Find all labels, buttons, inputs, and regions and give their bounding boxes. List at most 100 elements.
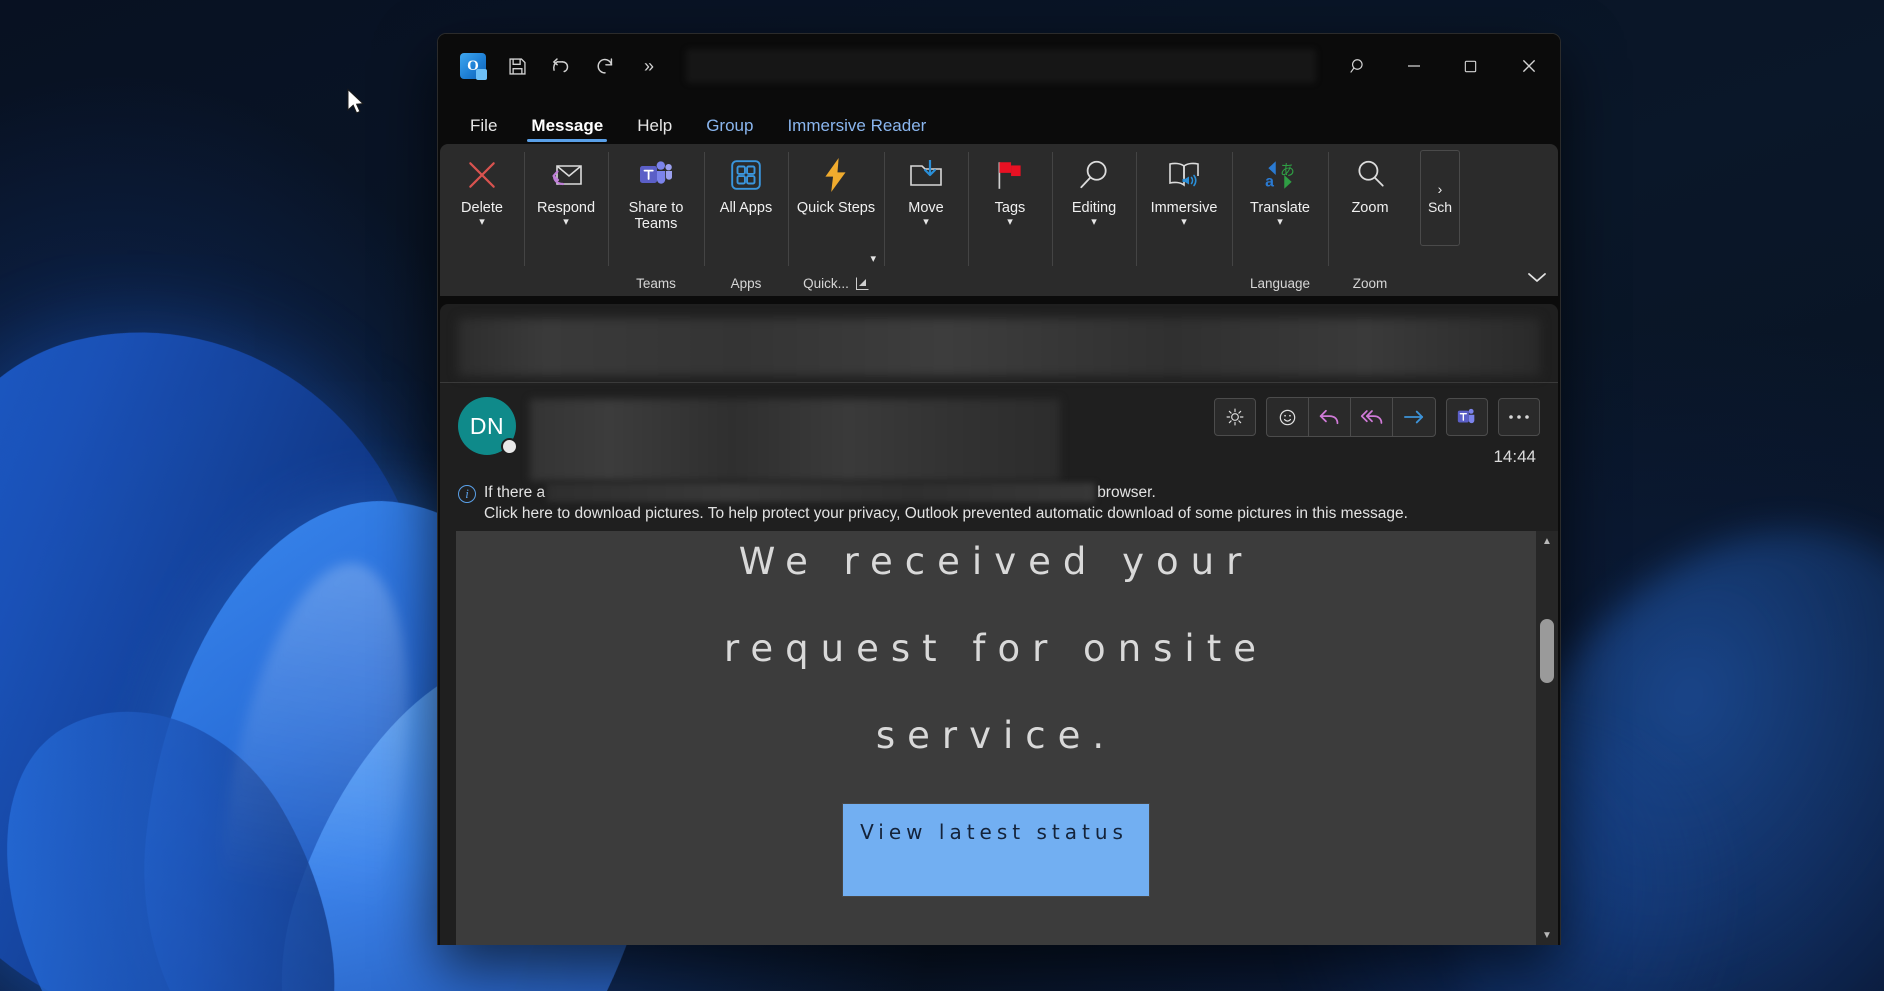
undo-icon[interactable] — [542, 47, 580, 85]
ribbon-group-name: Quick... — [788, 270, 884, 296]
ribbon-collapse-button[interactable] — [1516, 144, 1558, 296]
teams-icon — [635, 154, 677, 196]
ribbon-group-name: Apps — [730, 275, 762, 291]
email-heading: We received your request for onsite serv… — [456, 543, 1536, 754]
ribbon-label: Editing — [1071, 200, 1117, 216]
infobar-line-1-suffix: browser. — [1097, 483, 1156, 501]
ribbon-label: Zoom — [1351, 200, 1389, 216]
delete-x-icon — [461, 154, 503, 196]
ribbon-group-language: a あ Translate ▾ Language — [1232, 144, 1328, 296]
chevron-down-icon[interactable]: ▾ — [563, 217, 569, 228]
ribbon-button-move[interactable]: Move ▾ — [884, 144, 968, 270]
tab-file[interactable]: File — [456, 117, 511, 144]
redo-icon[interactable] — [586, 47, 624, 85]
editing-magnifier-icon — [1073, 154, 1115, 196]
ribbon-button-immersive[interactable]: Immersive ▾ — [1136, 144, 1232, 270]
ribbon-button-delete[interactable]: Delete ▾ — [440, 144, 524, 270]
ribbon-group-name — [884, 270, 968, 296]
forward-icon[interactable] — [1393, 398, 1435, 436]
chevron-down-icon[interactable]: ▾ — [923, 217, 929, 228]
chevron-down-icon[interactable]: ▾ — [870, 254, 876, 265]
ribbon-group-name-text: Quick... — [803, 275, 849, 291]
close-icon[interactable] — [1498, 35, 1560, 97]
reading-pane: DN 14:44 i If there a browser. Click her… — [440, 304, 1558, 945]
zoom-magnifier-icon — [1349, 154, 1391, 196]
ribbon-group-name: Language — [1249, 275, 1311, 291]
reply-icon[interactable] — [1309, 398, 1351, 436]
ribbon-group-move: Move ▾ — [884, 144, 968, 296]
email-heading-line: request for onsite — [724, 627, 1268, 670]
ribbon-group-quick-steps: Quick Steps ▾ Quick... — [788, 144, 884, 296]
immersive-reader-book-icon — [1163, 154, 1205, 196]
tab-group[interactable]: Group — [692, 117, 767, 144]
save-icon[interactable] — [498, 47, 536, 85]
email-content: We received your request for onsite serv… — [456, 531, 1536, 945]
email-heading-line: service. — [875, 714, 1117, 757]
chevron-down-icon[interactable]: ▾ — [1007, 217, 1013, 228]
message-header: DN 14:44 — [440, 383, 1558, 481]
ribbon-button-editing[interactable]: Editing ▾ — [1052, 144, 1136, 270]
ribbon-button-quick-steps[interactable]: Quick Steps ▾ — [788, 144, 884, 270]
tab-message[interactable]: Message — [517, 117, 617, 144]
message-actions: 14:44 — [1214, 397, 1540, 467]
ribbon-button-translate[interactable]: a あ Translate ▾ — [1232, 144, 1328, 270]
ribbon-button-respond[interactable]: Respond ▾ — [524, 144, 608, 270]
ribbon-label: Translate — [1250, 200, 1310, 216]
message-body-area: We received your request for onsite serv… — [440, 531, 1558, 945]
tab-help[interactable]: Help — [623, 117, 686, 144]
ribbon-label: Move — [908, 200, 944, 216]
picture-download-infobar[interactable]: i If there a browser. Click here to down… — [440, 481, 1558, 523]
scroll-down-arrow-icon[interactable]: ▼ — [1536, 925, 1558, 945]
tab-immersive-reader[interactable]: Immersive Reader — [773, 117, 940, 144]
infobar-text: If there a browser. Click here to downlo… — [484, 483, 1540, 523]
infobar-redacted-region — [547, 483, 1096, 502]
ribbon-button-all-apps[interactable]: All Apps — [704, 144, 788, 270]
emoji-reaction-icon[interactable] — [1267, 398, 1309, 436]
ribbon-overflow-item[interactable]: › Sch — [1412, 144, 1468, 296]
scrollbar-thumb[interactable] — [1540, 619, 1554, 683]
brightness-icon[interactable] — [1214, 398, 1256, 436]
message-time: 14:44 — [1493, 447, 1536, 466]
ribbon-groups: Delete ▾ Respond ▾ Share to Teams Teams … — [440, 144, 1516, 296]
ribbon-group-name — [1136, 270, 1232, 296]
ribbon-group-tags: Tags ▾ — [968, 144, 1052, 296]
body-left-gutter — [440, 531, 456, 945]
teams-share-icon[interactable] — [1446, 398, 1488, 436]
more-options-icon[interactable] — [1498, 398, 1540, 436]
scroll-up-arrow-icon[interactable]: ▲ — [1536, 531, 1558, 551]
ribbon-button-zoom[interactable]: Zoom — [1328, 144, 1412, 270]
ribbon-button-tags[interactable]: Tags ▾ — [968, 144, 1052, 270]
reply-actions-group — [1266, 397, 1436, 437]
search-icon[interactable] — [1330, 35, 1386, 97]
ribbon-label: Delete — [461, 200, 503, 216]
cta-container: View latest status — [456, 804, 1536, 896]
window-controls — [1330, 35, 1560, 97]
ribbon-button-share-to-teams[interactable]: Share to Teams — [608, 144, 704, 270]
maximize-icon[interactable] — [1442, 35, 1498, 97]
ribbon-group-apps: All Apps Apps — [704, 144, 788, 296]
view-latest-status-button[interactable]: View latest status — [843, 804, 1149, 896]
body-scrollbar[interactable]: ▲ ▼ — [1536, 531, 1558, 945]
chevron-down-icon[interactable]: ▾ — [1181, 217, 1187, 228]
reply-all-icon[interactable] — [1351, 398, 1393, 436]
chevron-down-icon — [1528, 273, 1546, 282]
translate-icon: a あ — [1259, 154, 1301, 196]
dialog-launcher-icon[interactable] — [855, 276, 869, 290]
ribbon-group-name — [968, 270, 1052, 296]
scrollbar-track[interactable] — [1536, 551, 1558, 945]
minimize-icon[interactable] — [1386, 35, 1442, 97]
ribbon-group-immersive: Immersive ▾ — [1136, 144, 1232, 296]
ribbon-label: Tags — [994, 200, 1026, 216]
infobar-line-2[interactable]: Click here to download pictures. To help… — [484, 505, 1540, 523]
infobar-line-1-prefix: If there a — [484, 483, 546, 501]
chevron-down-icon[interactable]: ▾ — [479, 217, 485, 228]
ribbon: Delete ▾ Respond ▾ Share to Teams Teams … — [440, 144, 1558, 296]
avatar[interactable]: DN — [458, 397, 518, 455]
chevron-down-icon[interactable]: ▾ — [1091, 217, 1097, 228]
ribbon-group-name — [1052, 270, 1136, 296]
chevron-down-icon[interactable]: ▾ — [1277, 217, 1283, 228]
ribbon-label: Respond — [536, 200, 596, 216]
search-input[interactable] — [686, 49, 1316, 83]
title-bar: O » — [438, 34, 1560, 98]
more-commands-icon[interactable]: » — [630, 47, 668, 85]
